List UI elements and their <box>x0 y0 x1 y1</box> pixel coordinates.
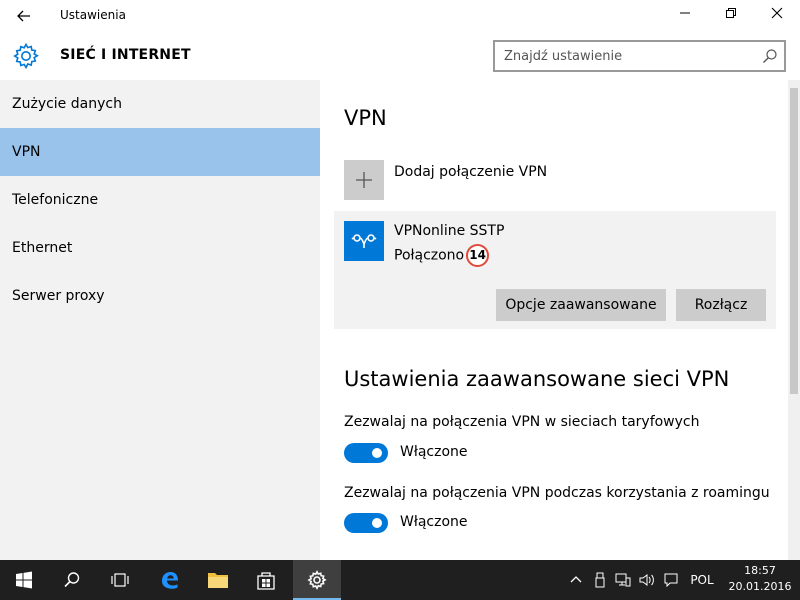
taskbar-clock[interactable]: 18:57 20.01.2016 <box>726 563 794 595</box>
metered-toggle[interactable] <box>344 443 388 463</box>
sidebar: Zużycie danych VPN Telefoniczne Ethernet… <box>0 80 320 560</box>
search-input[interactable] <box>495 42 745 70</box>
file-explorer-button[interactable] <box>194 560 242 600</box>
back-arrow-icon[interactable] <box>8 4 40 28</box>
add-vpn-label[interactable]: Dodaj połączenie VPN <box>394 164 547 180</box>
start-button[interactable] <box>0 560 48 600</box>
window-title: Ustawienia <box>60 8 126 22</box>
clock-date: 20.01.2016 <box>728 580 792 593</box>
close-button[interactable] <box>754 0 800 32</box>
metered-option-label: Zezwalaj na połączenia VPN w sieciach ta… <box>344 414 700 430</box>
toggle-knob <box>372 448 382 458</box>
sidebar-item-proxy[interactable]: Serwer proxy <box>0 272 320 320</box>
chevron-up-icon[interactable] <box>566 560 586 600</box>
store-icon <box>257 572 275 590</box>
minimize-button[interactable] <box>662 0 708 32</box>
task-view-button[interactable] <box>96 560 144 600</box>
step-badge: 14 <box>466 244 490 267</box>
advanced-settings-title: Ustawienia zaawansowane sieci VPN <box>344 367 730 391</box>
search-icon[interactable] <box>762 48 778 64</box>
vpn-connection-card[interactable]: VPNonline SSTP Połączono 14 Opcje zaawans… <box>334 211 776 329</box>
volume-icon[interactable] <box>636 560 658 600</box>
roaming-toggle[interactable] <box>344 513 388 533</box>
disconnect-button[interactable]: Rozłącz <box>676 289 766 321</box>
scrollbar[interactable] <box>788 80 800 560</box>
main-content: VPN Dodaj połączenie VPN VPNonline SSTP … <box>320 80 788 560</box>
message-icon[interactable] <box>660 560 682 600</box>
vpn-connection-icon <box>344 221 384 261</box>
plus-icon[interactable] <box>344 160 384 200</box>
advanced-options-button[interactable]: Opcje zaawansowane <box>496 289 666 321</box>
folder-icon <box>208 573 228 588</box>
edge-browser-button[interactable] <box>146 560 194 600</box>
vpn-status-text: Połączono <box>394 247 465 264</box>
search-box[interactable] <box>493 40 786 72</box>
roaming-toggle-state: Włączone <box>400 514 468 530</box>
metered-toggle-state: Włączone <box>400 444 468 460</box>
task-view-icon <box>111 573 129 587</box>
add-vpn-connection[interactable]: Dodaj połączenie VPN <box>344 160 744 200</box>
title-bar: Ustawienia <box>0 0 800 32</box>
gear-icon <box>307 570 327 590</box>
section-title: SIEĆ I INTERNET <box>60 47 191 63</box>
toggle-knob <box>372 518 382 528</box>
windows-logo-icon <box>16 571 32 589</box>
settings-taskbar-button[interactable] <box>293 560 341 600</box>
taskbar: POL 18:57 20.01.2016 <box>0 560 800 600</box>
roaming-option-label: Zezwalaj na połączenia VPN podczas korzy… <box>344 485 770 501</box>
scrollbar-thumb[interactable] <box>790 88 798 394</box>
search-icon <box>64 572 80 588</box>
gear-icon <box>12 42 40 70</box>
usb-icon[interactable] <box>590 560 610 600</box>
page-title: VPN <box>344 106 387 130</box>
settings-header: SIEĆ I INTERNET <box>0 32 800 80</box>
network-icon[interactable] <box>612 560 634 600</box>
sidebar-item-dial-up[interactable]: Telefoniczne <box>0 176 320 224</box>
sidebar-item-vpn[interactable]: VPN <box>0 128 320 176</box>
edge-icon <box>162 572 178 589</box>
sidebar-item-ethernet[interactable]: Ethernet <box>0 224 320 272</box>
clock-time: 18:57 <box>744 564 776 577</box>
sidebar-item-data-usage[interactable]: Zużycie danych <box>0 80 320 128</box>
vpn-name: VPNonline SSTP <box>394 223 505 239</box>
vpn-status: Połączono 14 <box>394 244 490 267</box>
restore-button[interactable] <box>708 0 754 32</box>
store-button[interactable] <box>242 560 290 600</box>
search-taskbar-button[interactable] <box>48 560 96 600</box>
input-language[interactable]: POL <box>686 560 718 600</box>
